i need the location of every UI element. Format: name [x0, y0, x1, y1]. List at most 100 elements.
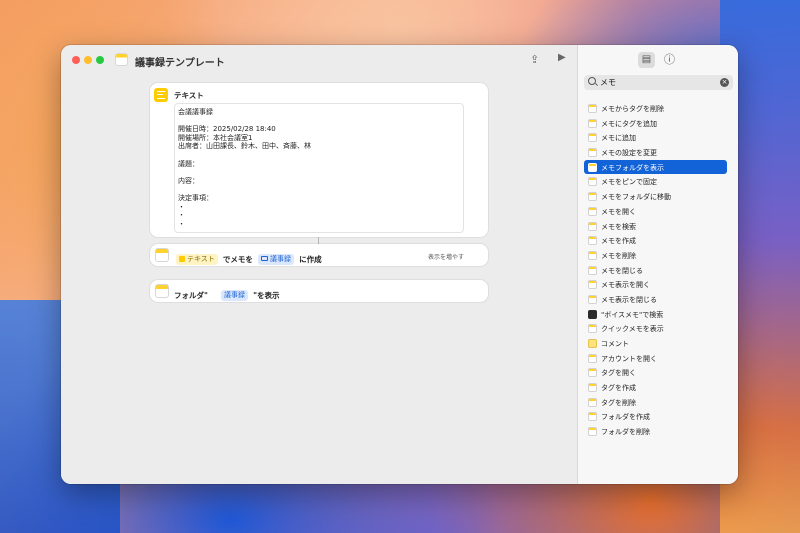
minimize-button[interactable]: [84, 56, 92, 64]
text-line: [178, 151, 463, 160]
comment-icon: [588, 339, 597, 348]
library-tab-icon[interactable]: ▤: [638, 52, 655, 68]
show-folder-sentence: フォルダ" 議事録 "を表示: [174, 285, 280, 304]
action-list-item[interactable]: アカウントを開く: [584, 351, 727, 366]
notes-icon: [588, 265, 597, 275]
text-line: 会議議事録: [178, 108, 213, 116]
text-content-field[interactable]: 会議議事録 開催日時：2025/02/28 18:40 開催場所：本社会議室1 出席者…: [174, 103, 464, 233]
window-title: 議事録テンプレート: [135, 58, 225, 69]
action-list-item-label: クイックメモを表示: [601, 325, 664, 334]
sentence-text: に作成: [299, 255, 322, 264]
action-list-item[interactable]: メモを閉じる: [584, 263, 727, 278]
share-icon[interactable]: ⇪: [530, 53, 539, 66]
action-list-item[interactable]: メモ表示を開く: [584, 277, 727, 292]
shortcuts-window: 議事録テンプレート ⇪ ▶ テキスト 会議議事録開催日時：2025/02/28 …: [61, 45, 738, 484]
action-list-item-label: フォルダを作成: [601, 413, 650, 422]
notes-icon: [588, 397, 597, 407]
text-line: 議題：: [178, 159, 199, 168]
folder-parameter-token[interactable]: 議事録: [257, 254, 294, 265]
notes-icon: [588, 294, 597, 304]
voice-memo-icon: [588, 309, 597, 319]
action-connector: [318, 237, 319, 244]
text-line: 内容：: [178, 176, 199, 185]
notes-icon: [588, 118, 597, 128]
notes-icon: [588, 236, 597, 246]
text-line: 開催日時：2025/02/28 18:40: [178, 125, 276, 134]
token-label: テキスト: [187, 255, 215, 263]
notes-icon: [588, 280, 597, 290]
notes-icon: [155, 284, 169, 298]
notes-icon: [588, 250, 597, 260]
action-list-item[interactable]: コメント: [584, 336, 727, 351]
action-list-item-label: コメント: [601, 340, 629, 348]
notes-icon: [588, 353, 597, 363]
clear-search-icon[interactable]: ×: [720, 78, 729, 87]
search-field[interactable]: メモ ×: [584, 75, 733, 90]
notes-icon: [588, 368, 597, 378]
show-folder-action-card[interactable]: フォルダ" 議事録 "を表示: [150, 280, 488, 302]
notes-icon: [588, 104, 597, 113]
token-label: 議事録: [224, 291, 246, 299]
notes-icon: [588, 324, 597, 334]
action-list-item[interactable]: フォルダを作成: [584, 409, 727, 424]
action-list-item[interactable]: メモに追加: [584, 130, 727, 145]
action-list-item[interactable]: メモの設定を変更: [584, 145, 727, 160]
text-icon: [154, 88, 168, 102]
show-more-link[interactable]: 表示を増やす: [428, 252, 464, 261]
action-list-item[interactable]: "ボイスメモ"で検索: [584, 307, 727, 322]
action-list-item-label: アカウントを開く: [601, 354, 657, 363]
zoom-button[interactable]: [96, 56, 104, 64]
action-list-item-label: タグを作成: [601, 384, 636, 393]
action-list-item-label: メモを作成: [601, 237, 636, 246]
action-list-item-label: メモをフォルダに移動: [601, 193, 671, 202]
text-line: 決定事項：: [178, 193, 213, 202]
action-list-item-label: メモ表示を開く: [601, 281, 650, 290]
action-list-item[interactable]: メモを検索: [584, 219, 727, 234]
create-note-action-card[interactable]: テキスト でメモを 議事録 に作成 表示を増やす: [150, 244, 488, 266]
sentence-text: フォルダ": [174, 291, 208, 300]
notes-icon: [588, 206, 597, 216]
action-list-item[interactable]: クイックメモを表示: [584, 321, 727, 336]
action-list-item[interactable]: メモをピンで固定: [584, 174, 727, 189]
notes-icon: [588, 412, 597, 422]
text-line: [178, 117, 463, 126]
notes-icon: [155, 248, 169, 262]
text-action-card[interactable]: テキスト 会議議事録 開催日時：2025/02/28 18:40 開催場所：本社会議…: [150, 83, 488, 237]
action-list-item[interactable]: メモにタグを追加: [584, 116, 727, 131]
folder-parameter-token[interactable]: 議事録: [221, 290, 249, 301]
action-list-item-label: メモをピンで固定: [601, 178, 657, 187]
action-list-item[interactable]: タグを削除: [584, 395, 727, 410]
notes-icon: [588, 177, 597, 187]
info-tab-icon[interactable]: ⓘ: [661, 52, 678, 68]
action-list-item[interactable]: タグを開く: [584, 365, 727, 380]
action-list-item-label: メモの設定を変更: [601, 149, 657, 158]
token-label: 議事録: [269, 255, 291, 263]
text-variable-token[interactable]: テキスト: [176, 254, 218, 265]
close-button[interactable]: [72, 56, 80, 64]
notes-icon: [588, 383, 597, 393]
text-line: ・: [178, 219, 185, 228]
action-list-item[interactable]: メモを削除: [584, 248, 727, 263]
action-list-item[interactable]: タグを作成: [584, 380, 727, 395]
sentence-text: でメモを: [222, 255, 253, 264]
action-list-item-label: タグを開く: [601, 369, 636, 378]
search-icon: [588, 77, 596, 85]
action-list-item[interactable]: メモをフォルダに移動: [584, 189, 727, 204]
editor-pane: 議事録テンプレート ⇪ ▶ テキスト 会議議事録開催日時：2025/02/28 …: [61, 45, 577, 484]
action-list-item[interactable]: フォルダを削除: [584, 424, 727, 439]
notes-icon: [588, 192, 597, 202]
action-list-item-label: メモを削除: [601, 251, 636, 260]
action-list-item[interactable]: メモからタグを削除: [584, 101, 727, 116]
action-list: メモからタグを削除 メモにタグを追加 メモに追加 メモの設定を変更 メモフォルダを表示メ…: [584, 101, 727, 439]
play-icon[interactable]: ▶: [558, 52, 566, 63]
action-list-item[interactable]: メモ表示を閉じる: [584, 292, 727, 307]
action-list-item[interactable]: メモを開く: [584, 204, 727, 219]
search-input[interactable]: メモ: [600, 77, 616, 88]
text-line: ・: [178, 202, 185, 211]
action-list-item[interactable]: メモフォルダを表示: [584, 159, 727, 175]
action-list-item-label: メモからタグを削除: [601, 105, 664, 113]
titlebar: 議事録テンプレート ⇪ ▶: [61, 45, 577, 75]
sentence-text: "を表示: [253, 291, 280, 300]
action-list-item-label: メモを検索: [601, 222, 636, 231]
action-list-item[interactable]: メモを作成: [584, 233, 727, 248]
